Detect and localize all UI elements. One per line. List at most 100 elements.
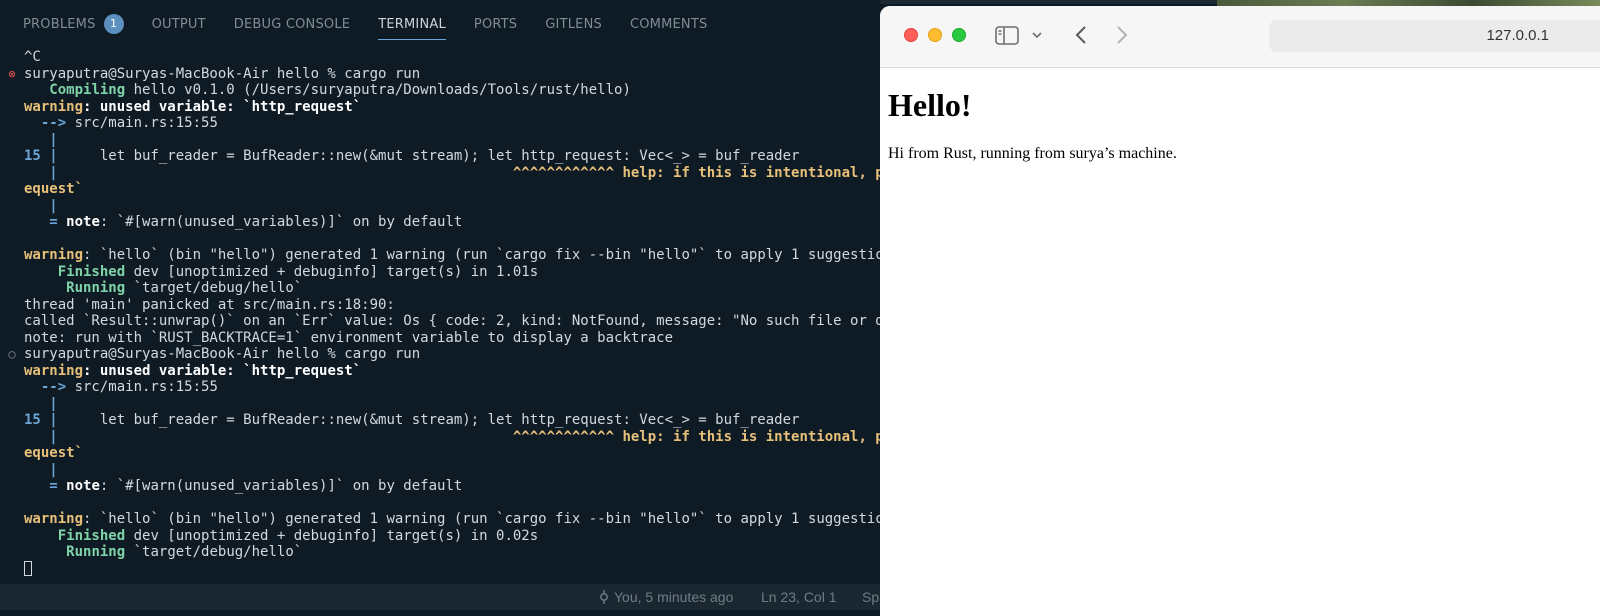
terminal-line: called `Result::unwrap()` on an `Err` va… bbox=[0, 313, 880, 330]
terminal-line: Compiling hello v0.1.0 (/Users/suryaputr… bbox=[0, 82, 880, 99]
terminal-text: | bbox=[24, 395, 58, 412]
terminal-line: equest` bbox=[0, 445, 880, 462]
terminal-line bbox=[0, 561, 880, 578]
terminal-line: | bbox=[0, 198, 880, 215]
problems-count-badge: 1 bbox=[103, 14, 124, 34]
terminal-text: 15 bbox=[24, 148, 41, 164]
terminal-text: note bbox=[66, 478, 100, 494]
tab-problems[interactable]: PROBLEMS 1 bbox=[23, 8, 124, 40]
terminal-text: | bbox=[24, 131, 58, 148]
terminal-text: note: run with `RUST_BACKTRACE=1` enviro… bbox=[24, 329, 674, 346]
tab-label: PORTS bbox=[473, 16, 518, 32]
tab-comments[interactable]: COMMENTS bbox=[630, 8, 707, 40]
terminal-text: | bbox=[24, 164, 58, 181]
terminal-text: thread 'main' panicked at src/main.rs:18… bbox=[24, 296, 395, 313]
terminal-line: warning: unused variable: `http_request` bbox=[0, 363, 880, 380]
browser-toolbar: 127.0.0.1 bbox=[880, 6, 1600, 68]
terminal-line: 15 | let buf_reader = BufReader::new(&mu… bbox=[0, 412, 880, 429]
terminal-text: = bbox=[24, 478, 67, 494]
tab-label: COMMENTS bbox=[629, 16, 708, 32]
terminal-line: | bbox=[0, 396, 880, 413]
tab-ports[interactable]: PORTS bbox=[474, 8, 517, 40]
terminal-text: --> bbox=[24, 379, 75, 395]
git-blame-status[interactable]: You, 5 minutes ago bbox=[598, 584, 733, 610]
terminal-text: : `#[warn(unused_variables)]` on by defa… bbox=[99, 478, 463, 494]
terminal-line: warning: `hello` (bin "hello") generated… bbox=[0, 511, 880, 528]
command-failed-icon[interactable]: ⊗ bbox=[5, 66, 19, 83]
back-arrow-icon[interactable] bbox=[1075, 25, 1087, 45]
cursor-position[interactable]: Ln 23, Col 1 bbox=[761, 584, 837, 610]
terminal-line: warning: `hello` (bin "hello") generated… bbox=[0, 247, 880, 264]
terminal-line: ○ suryaputra@Suryas-MacBook-Air hello % c… bbox=[0, 346, 880, 363]
terminal-text: suryaputra@Suryas-MacBook-Air hello % ca… bbox=[24, 65, 421, 82]
terminal-text: warning bbox=[24, 511, 84, 527]
terminal-text: : unused variable: `http_request` bbox=[83, 362, 362, 379]
close-window-button[interactable] bbox=[904, 28, 918, 42]
terminal-text: dev [unoptimized + debuginfo] target(s) … bbox=[125, 527, 539, 544]
tab-label: PROBLEMS bbox=[23, 16, 96, 32]
page-heading: Hello! bbox=[888, 87, 972, 123]
terminal-text: hello v0.1.0 (/Users/suryaputra/Download… bbox=[125, 82, 631, 98]
terminal-text: ^C bbox=[24, 49, 41, 65]
fullscreen-window-button[interactable] bbox=[952, 28, 966, 42]
tab-terminal[interactable]: TERMINAL bbox=[378, 8, 446, 40]
tab-output[interactable]: OUTPUT bbox=[152, 8, 206, 40]
terminal-text: src/main.rs:15:55 bbox=[74, 115, 218, 131]
terminal-line: Running `target/debug/hello` bbox=[0, 280, 880, 297]
minimize-window-button[interactable] bbox=[928, 28, 942, 42]
terminal-text: Running bbox=[66, 280, 126, 296]
terminal-text: Compiling bbox=[49, 82, 126, 98]
terminal-text: | bbox=[40, 412, 58, 428]
terminal-line: ⊗ suryaputra@Suryas-MacBook-Air hello % c… bbox=[0, 66, 880, 83]
terminal-text: warning bbox=[24, 98, 84, 115]
terminal-line: | ^^^^^^^^^^^^ help: if this is intentio… bbox=[0, 429, 880, 446]
terminal-text: dev [unoptimized + debuginfo] target(s) … bbox=[125, 263, 539, 280]
tab-label: TERMINAL bbox=[378, 16, 446, 32]
terminal-text: equest` bbox=[24, 181, 84, 197]
terminal-text: = bbox=[24, 214, 67, 230]
panel-tab-bar: PROBLEMS 1 OUTPUT DEBUG CONSOLE TERMINAL… bbox=[0, 8, 880, 40]
terminal-line: Finished dev [unoptimized + debuginfo] t… bbox=[0, 264, 880, 281]
terminal-text: called `Result::unwrap()` on an `Err` va… bbox=[24, 313, 880, 329]
terminal-text: warning bbox=[24, 247, 84, 263]
terminal-text: src/main.rs:15:55 bbox=[74, 379, 218, 395]
terminal-text: `target/debug/hello` bbox=[125, 544, 303, 560]
sidebar-icon[interactable] bbox=[995, 26, 1019, 45]
command-running-icon[interactable]: ○ bbox=[5, 346, 19, 363]
address-bar[interactable]: 127.0.0.1 bbox=[1269, 20, 1600, 52]
terminal-line: | bbox=[0, 462, 880, 479]
terminal-line: ^C bbox=[0, 49, 880, 66]
terminal-line: Finished dev [unoptimized + debuginfo] t… bbox=[0, 528, 880, 545]
indentation-status[interactable]: Sp bbox=[862, 584, 879, 610]
terminal-output[interactable]: ^C ⊗ suryaputra@Suryas-MacBook-Air hello %… bbox=[0, 49, 880, 584]
terminal-text: : `#[warn(unused_variables)]` on by defa… bbox=[99, 214, 463, 230]
tab-gitlens[interactable]: GITLENS bbox=[545, 8, 602, 40]
web-page-content: Hello! Hi from Rust, running from surya’… bbox=[888, 67, 1598, 163]
terminal-text: `target/debug/hello` bbox=[125, 280, 303, 296]
terminal-line: thread 'main' panicked at src/main.rs:18… bbox=[0, 297, 880, 314]
chevron-down-icon[interactable] bbox=[1032, 32, 1042, 39]
terminal-text: equest` bbox=[24, 445, 84, 461]
terminal-text: : `hello` (bin "hello") generated 1 warn… bbox=[83, 511, 880, 527]
tab-debug-console[interactable]: DEBUG CONSOLE bbox=[234, 8, 350, 40]
terminal-line: Running `target/debug/hello` bbox=[0, 544, 880, 561]
tab-label: DEBUG CONSOLE bbox=[233, 16, 351, 32]
terminal-text: | bbox=[24, 197, 58, 214]
status-bar: You, 5 minutes ago Ln 23, Col 1 Sp bbox=[0, 584, 880, 610]
terminal-text: warning bbox=[24, 362, 84, 379]
terminal-line: | bbox=[0, 132, 880, 149]
terminal-line: --> src/main.rs:15:55 bbox=[0, 115, 880, 132]
terminal-line: = note: `#[warn(unused_variables)]` on b… bbox=[0, 214, 880, 231]
vscode-panel: PROBLEMS 1 OUTPUT DEBUG CONSOLE TERMINAL… bbox=[0, 0, 880, 610]
terminal-text: --> bbox=[24, 115, 75, 131]
terminal-text: note bbox=[66, 214, 100, 230]
forward-arrow-icon[interactable] bbox=[1116, 25, 1128, 45]
terminal-text: Running bbox=[66, 544, 126, 560]
